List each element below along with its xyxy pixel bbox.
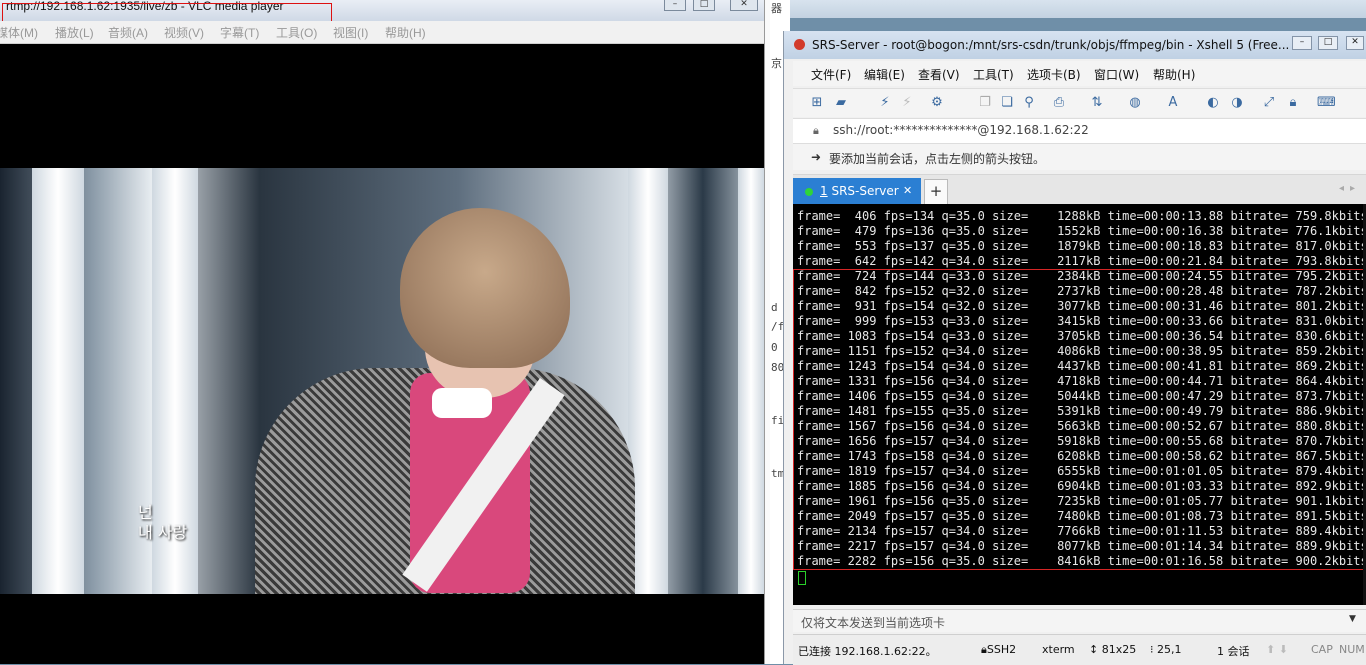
video-frame[interactable]: 넌 내 사랑 — [0, 168, 764, 594]
menu-view[interactable]: 查看(V) — [918, 66, 960, 83]
maximize-icon[interactable]: □ — [693, 0, 715, 11]
status-size-text: 81x25 — [1101, 643, 1137, 656]
paste-icon[interactable]: ❏ — [999, 95, 1015, 111]
compose-bar[interactable]: 仅将文本发送到当前选项卡 ▼ — [793, 609, 1366, 632]
xftp-icon[interactable]: ◐ — [1205, 95, 1221, 111]
video-subtitle: 넌 내 사랑 — [138, 503, 188, 542]
status-sessions: 1 会话 — [1217, 645, 1250, 658]
menu-tools[interactable]: 工具(T) — [973, 66, 1014, 83]
background-text: 器 — [771, 2, 782, 15]
print-icon[interactable]: ⎙ — [1051, 95, 1067, 111]
terminal[interactable]: frame= 406 fps=134 q=35.0 size= 1288kB t… — [793, 204, 1366, 605]
terminal-line: frame= 642 fps=142 q=34.0 size= 2117kB t… — [797, 254, 1366, 268]
fullscreen-icon[interactable]: ⤢ — [1261, 95, 1277, 111]
cursor-icon: ⁝ — [1150, 643, 1154, 656]
menu-edit[interactable]: 编辑(E) — [864, 66, 905, 83]
background-text: d — [771, 301, 778, 314]
add-session-arrow-icon[interactable]: ➜ — [811, 150, 821, 164]
status-bar: 已连接 192.168.1.62:22。 🔒︎SSH2 xterm ↕ 81x2… — [793, 634, 1366, 665]
xshell-window: SRS-Server - root@bogon:/mnt/srs-csdn/tr… — [783, 31, 1366, 665]
minimize-icon[interactable]: – — [1292, 36, 1312, 50]
tab-srs-server[interactable]: 1 SRS-Server ✕ — [793, 178, 921, 205]
session-address: ssh://root:**************@192.168.1.62:2… — [833, 123, 1089, 137]
terminal-cursor — [798, 571, 806, 585]
open-folder-icon[interactable]: ▰ — [833, 95, 849, 111]
status-caps: CAP — [1311, 643, 1333, 656]
background-tab — [625, 0, 645, 14]
xmanager-icon[interactable]: ◑ — [1229, 95, 1245, 111]
font-icon[interactable]: A — [1165, 95, 1181, 111]
highlight-box — [793, 269, 1366, 570]
xshell-menu-bar: 文件(F) 编辑(E) 查看(V) 工具(T) 选项卡(B) 窗口(W) 帮助(… — [793, 61, 1366, 86]
background-window-strip — [770, 0, 1366, 18]
globe-icon[interactable]: ◍ — [1127, 95, 1143, 111]
tab-number: 1 — [820, 184, 828, 198]
background-tab — [420, 0, 490, 14]
address-bar[interactable]: 🔒︎ ssh://root:**************@192.168.1.6… — [793, 118, 1366, 144]
status-connection: 已连接 192.168.1.62:22。 — [798, 645, 937, 658]
terminal-line: frame= 406 fps=134 q=35.0 size= 1288kB t… — [797, 209, 1366, 223]
status-protocol-text: SSH2 — [986, 643, 1017, 656]
performer-hair — [400, 208, 570, 368]
search-icon[interactable]: ⚲ — [1021, 95, 1037, 111]
session-hint-bar: ➜ 要添加当前会话，点击左侧的箭头按钮。 — [793, 144, 1366, 170]
terminal-line: frame= 553 fps=137 q=35.0 size= 1879kB t… — [797, 239, 1366, 253]
vlc-menu-bar: 媒体(M) 播放(L) 音频(A) 视频(V) 字幕(T) 工具(O) 视图(I… — [0, 21, 764, 44]
chevron-down-icon[interactable]: ▼ — [1349, 614, 1356, 624]
tab-close-icon[interactable]: ✕ — [903, 184, 912, 197]
vlc-window: rtmp://192.168.1.62:1935/live/zb - VLC m… — [0, 0, 764, 664]
menu-tools[interactable]: 工具(O) — [276, 24, 317, 41]
reconnect-icon[interactable]: ⚡ — [877, 95, 893, 111]
resize-icon: ↕ — [1089, 643, 1099, 656]
background-text: 0 — [771, 341, 778, 354]
status-protocol: 🔒︎SSH2 — [981, 643, 1016, 657]
transfer-icon[interactable]: ⇅ — [1089, 95, 1105, 111]
lock-icon: 🔒︎ — [813, 124, 819, 137]
compose-placeholder: 仅将文本发送到当前选项卡 — [801, 616, 946, 630]
copy-icon[interactable]: ❐ — [977, 95, 993, 111]
xshell-app-icon — [794, 39, 805, 50]
properties-icon[interactable]: ⚙ — [929, 95, 945, 111]
light-pillar — [32, 168, 84, 594]
menu-help[interactable]: 帮助(H) — [1153, 66, 1195, 83]
menu-help[interactable]: 帮助(H) — [385, 24, 426, 41]
tab-scroll-arrows-icon[interactable]: ◂▸ — [1339, 183, 1361, 194]
tab-label: 1 SRS-Server — [820, 184, 899, 198]
lock-icon[interactable]: 🔒︎ — [1285, 95, 1301, 111]
minimize-icon[interactable]: – — [664, 0, 686, 11]
connected-status-icon — [805, 188, 813, 196]
scroll-arrows-icon[interactable]: ⬆ ⬇ — [1266, 643, 1288, 656]
menu-view[interactable]: 视图(I) — [333, 24, 368, 41]
keyboard-icon[interactable]: ⌨ — [1317, 95, 1336, 111]
performer-bow — [432, 388, 492, 418]
status-size: ↕ 81x25 — [1089, 643, 1136, 656]
xshell-window-title: SRS-Server - root@bogon:/mnt/srs-csdn/tr… — [812, 38, 1290, 52]
terminal-line: frame= 479 fps=136 q=35.0 size= 1552kB t… — [797, 224, 1366, 238]
session-tab-bar: 1 SRS-Server ✕ + ◂▸ — [793, 174, 1366, 205]
menu-tabs[interactable]: 选项卡(B) — [1027, 66, 1081, 83]
status-num: NUM — [1339, 643, 1365, 656]
close-icon[interactable]: ✕ — [730, 0, 758, 11]
xshell-title-bar[interactable]: SRS-Server - root@bogon:/mnt/srs-csdn/tr… — [784, 31, 1366, 59]
add-tab-button[interactable]: + — [924, 179, 948, 205]
menu-subtitle[interactable]: 字幕(T) — [220, 24, 259, 41]
disconnect-icon[interactable]: ⚡ — [899, 95, 915, 111]
menu-window[interactable]: 窗口(W) — [1094, 66, 1139, 83]
menu-media[interactable]: 媒体(M) — [0, 24, 38, 41]
light-pillar — [738, 168, 764, 594]
background-text: 京 — [771, 57, 782, 70]
tab-name: SRS-Server — [831, 184, 899, 198]
session-hint-text: 要添加当前会话，点击左侧的箭头按钮。 — [829, 152, 1046, 166]
status-cursor-text: 25,1 — [1157, 643, 1182, 656]
menu-video[interactable]: 视频(V) — [164, 24, 204, 41]
new-session-icon[interactable]: ⊞ — [809, 95, 825, 111]
status-terminal-type: xterm — [1042, 643, 1075, 656]
close-icon[interactable]: ✕ — [1346, 36, 1364, 50]
maximize-icon[interactable]: □ — [1318, 36, 1338, 50]
menu-audio[interactable]: 音频(A) — [108, 24, 148, 41]
menu-playback[interactable]: 播放(L) — [55, 24, 94, 41]
xshell-toolbar: ⊞ ▰ ⚡ ⚡ ⚙ ❐ ❏ ⚲ ⎙ ⇅ ◍ A ◐ ◑ ⤢ 🔒︎ ⌨ — [793, 88, 1366, 117]
menu-file[interactable]: 文件(F) — [811, 66, 851, 83]
status-cursor: ⁝ 25,1 — [1150, 643, 1182, 656]
